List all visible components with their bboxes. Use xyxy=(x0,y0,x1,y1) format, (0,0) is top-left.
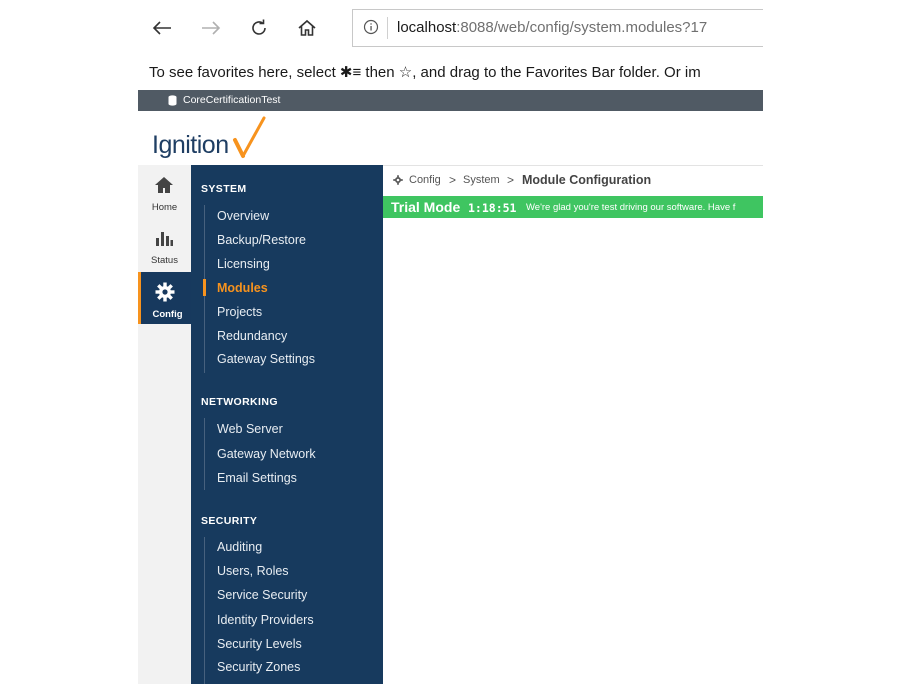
info-icon[interactable] xyxy=(363,19,379,35)
favorites-hint: To see favorites here, select ✱≡ then ☆,… xyxy=(149,64,701,81)
nav-networking-rule xyxy=(204,418,205,490)
config-nav-panel: SYSTEM Overview Backup/Restore Licensing… xyxy=(191,165,383,684)
project-tab-strip: CoreCertificationTest xyxy=(138,90,763,111)
nav-heading-system: SYSTEM xyxy=(201,183,247,195)
breadcrumb-separator: > xyxy=(507,173,515,187)
trial-message: We're glad you're test driving our softw… xyxy=(526,202,736,213)
nav-item-gateway-network[interactable]: Gateway Network xyxy=(217,447,316,461)
rail-config[interactable]: Config xyxy=(138,272,191,324)
nav-item-backup-restore[interactable]: Backup/Restore xyxy=(217,233,306,247)
rail-status-label: Status xyxy=(151,255,178,266)
active-nav-marker xyxy=(203,279,206,296)
breadcrumb-system[interactable]: System xyxy=(463,174,500,186)
forward-button[interactable] xyxy=(194,12,228,44)
gateway-name[interactable]: CoreCertificationTest xyxy=(183,94,280,106)
url-host: localhost xyxy=(397,19,457,36)
nav-item-projects[interactable]: Projects xyxy=(217,305,262,319)
forward-arrow-icon xyxy=(202,21,221,35)
rail-home[interactable]: Home xyxy=(138,165,191,217)
trial-time-remaining: 1:18:51 xyxy=(468,201,517,215)
app-header: Ignition xyxy=(138,111,763,165)
nav-item-identity-providers[interactable]: Identity Providers xyxy=(217,613,314,627)
nav-item-gateway-settings[interactable]: Gateway Settings xyxy=(217,352,315,366)
favorites-bar: To see favorites here, select ✱≡ then ☆,… xyxy=(138,56,763,90)
nav-item-auditing[interactable]: Auditing xyxy=(217,540,262,554)
address-bar[interactable]: localhost:8088/web/config/system.modules… xyxy=(352,9,763,47)
nav-item-web-server[interactable]: Web Server xyxy=(217,422,283,436)
gear-icon xyxy=(155,282,175,302)
nav-heading-security: SECURITY xyxy=(201,515,258,527)
back-button[interactable] xyxy=(145,12,179,44)
ignition-logo-mark xyxy=(233,116,266,158)
nav-item-security-levels[interactable]: Security Levels xyxy=(217,637,302,651)
url-path: :8088/web/config/system.modules?17 xyxy=(456,19,708,36)
nav-item-redundancy[interactable]: Redundancy xyxy=(217,329,287,343)
rail-home-label: Home xyxy=(151,202,178,213)
nav-item-users-roles[interactable]: Users, Roles xyxy=(217,564,289,578)
address-divider xyxy=(387,17,388,39)
browser-window: localhost:8088/web/config/system.modules… xyxy=(138,0,763,684)
config-gear-icon xyxy=(393,175,403,185)
ignition-logo-text: Ignition xyxy=(152,131,229,159)
nav-item-licensing[interactable]: Licensing xyxy=(217,257,270,271)
back-arrow-icon xyxy=(152,21,171,35)
trial-mode-label: Trial Mode xyxy=(391,199,461,215)
nav-security-rule xyxy=(204,537,205,684)
breadcrumb: Config > System > Module Configuration xyxy=(383,165,763,197)
rail-config-label: Config xyxy=(152,309,183,320)
home-icon xyxy=(155,177,173,193)
nav-item-modules[interactable]: Modules xyxy=(217,281,268,295)
rail-status[interactable]: Status xyxy=(138,218,191,270)
breadcrumb-current: Module Configuration xyxy=(522,173,652,187)
nav-item-overview[interactable]: Overview xyxy=(217,209,269,223)
url-text[interactable]: localhost:8088/web/config/system.modules… xyxy=(397,19,707,36)
bar-chart-icon xyxy=(156,232,173,246)
breadcrumb-separator: > xyxy=(449,173,457,187)
nav-heading-networking: NETWORKING xyxy=(201,396,278,408)
trial-banner: Trial Mode 1:18:51 We're glad you're tes… xyxy=(383,196,763,218)
browser-toolbar: localhost:8088/web/config/system.modules… xyxy=(138,0,763,56)
database-icon xyxy=(168,95,177,106)
primary-nav-rail: Home Status Config xyxy=(138,165,191,684)
home-button[interactable] xyxy=(290,12,324,44)
refresh-icon xyxy=(252,19,266,35)
refresh-button[interactable] xyxy=(242,12,276,44)
home-outline-icon xyxy=(298,19,316,36)
breadcrumb-config[interactable]: Config xyxy=(409,174,441,186)
nav-item-security-zones[interactable]: Security Zones xyxy=(217,660,300,674)
nav-item-service-security[interactable]: Service Security xyxy=(217,588,307,602)
nav-item-email-settings[interactable]: Email Settings xyxy=(217,471,297,485)
